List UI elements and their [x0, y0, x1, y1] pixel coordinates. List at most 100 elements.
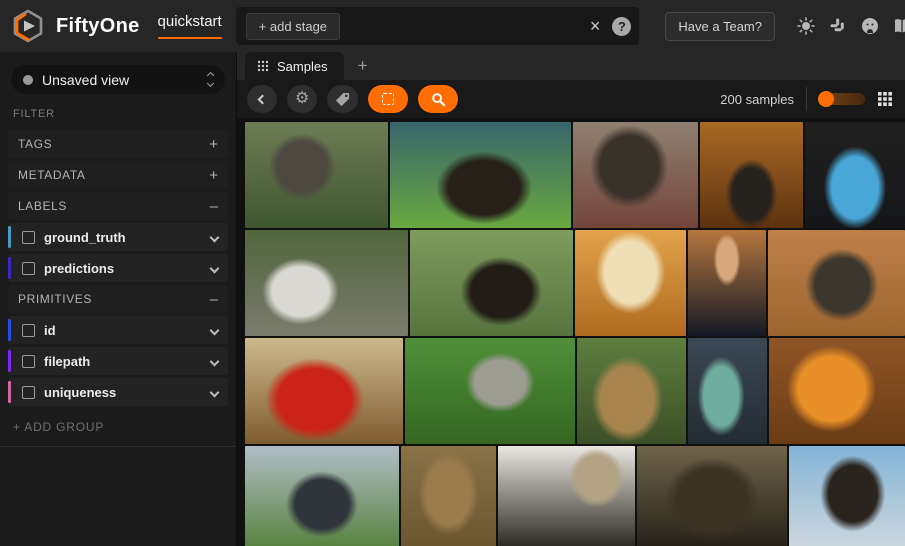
sidebar-field-filepath[interactable]: filepath: [8, 347, 228, 375]
display-options-button[interactable]: ⚙: [287, 85, 317, 113]
sample-image-margherita-pizza[interactable]: [769, 338, 905, 444]
sample-image-wild-turkey-forest[interactable]: [245, 122, 388, 228]
header-actions: Have a Team?: [665, 12, 905, 41]
view-stage-bar[interactable]: + add stage × ?: [236, 7, 640, 45]
toolbar-right: 200 samples: [720, 87, 895, 111]
sample-image-cowboy-on-horse[interactable]: [390, 122, 571, 228]
sample-image-blue-beach-cake[interactable]: [805, 122, 905, 228]
sample-image-cat-on-counter[interactable]: [498, 446, 635, 546]
field-label: ground_truth: [44, 230, 211, 245]
field-label: id: [44, 323, 211, 338]
dataset-name-tab[interactable]: quickstart: [158, 13, 222, 39]
expand-icon[interactable]: +: [209, 168, 218, 183]
fiftyone-logo-icon[interactable]: [10, 8, 46, 44]
sample-image-airplane-runway[interactable]: [245, 446, 399, 546]
collapse-sidebar-button[interactable]: [247, 85, 277, 113]
field-color-bar: [8, 226, 11, 248]
sample-image-bears-fighting[interactable]: [637, 446, 787, 546]
dataset-name[interactable]: quickstart: [158, 13, 222, 30]
field-color-bar: [8, 319, 11, 341]
main-panel: Samples + ⚙: [237, 52, 905, 546]
grid-row: [245, 122, 905, 228]
section-label: LABELS: [18, 199, 210, 213]
active-dataset-underline: [158, 37, 222, 39]
filter-section-label: FILTER: [13, 108, 236, 120]
grid-view-icon[interactable]: [877, 91, 893, 107]
field-color-bar: [8, 257, 11, 279]
collapse-icon[interactable]: –: [210, 292, 218, 307]
tag-samples-button[interactable]: [327, 85, 358, 113]
tab-samples[interactable]: Samples: [245, 52, 344, 80]
sample-image-cat-in-mirror[interactable]: [575, 230, 686, 336]
search-icon: [431, 92, 446, 107]
github-icon[interactable]: [861, 17, 879, 35]
sample-image-cat-on-rug[interactable]: [573, 122, 698, 228]
docs-book-icon[interactable]: [893, 17, 905, 35]
patches-button[interactable]: [368, 85, 408, 113]
sample-image-brown-bear-portrait[interactable]: [401, 446, 496, 546]
grid-row: [245, 230, 905, 336]
sample-image-dinner-table-beer[interactable]: [700, 122, 803, 228]
app-title: FiftyOne: [56, 15, 140, 38]
expand-icon[interactable]: +: [209, 137, 218, 152]
sidebar-section-tags[interactable]: TAGS+: [8, 130, 228, 158]
sidebar-section-primitives[interactable]: PRIMITIVES–: [8, 285, 228, 313]
slider-knob[interactable]: [818, 91, 834, 107]
field-checkbox[interactable]: [22, 262, 35, 275]
clear-view-icon[interactable]: ×: [590, 17, 601, 35]
view-dot-icon: [23, 75, 33, 85]
section-label: METADATA: [18, 168, 209, 182]
sample-image-black-cow[interactable]: [410, 230, 573, 336]
field-label: filepath: [44, 354, 211, 369]
chevron-left-icon: [257, 94, 267, 104]
sidebar-field-id[interactable]: id: [8, 316, 228, 344]
slack-icon[interactable]: [829, 17, 847, 35]
sample-image-spaniel-in-car[interactable]: [789, 446, 905, 546]
sample-image-green-teddy-kiss[interactable]: [688, 338, 767, 444]
field-checkbox[interactable]: [22, 386, 35, 399]
sidebar: Unsaved view FILTER TAGS+METADATA+LABELS…: [0, 52, 237, 546]
theme-sun-icon[interactable]: [797, 17, 815, 35]
sample-image-cat-in-bowl[interactable]: [768, 230, 905, 336]
field-checkbox[interactable]: [22, 231, 35, 244]
grid-toolbar: ⚙ 200 sampl: [237, 80, 905, 118]
chevron-down-icon[interactable]: [210, 325, 220, 335]
view-selector-label: Unsaved view: [42, 72, 208, 88]
top-bar: FiftyOne quickstart + add stage × ? Have…: [0, 0, 905, 52]
chevron-down-icon[interactable]: [210, 232, 220, 242]
chevron-down-icon[interactable]: [210, 263, 220, 273]
collapse-icon[interactable]: –: [210, 199, 218, 214]
grid-row: [245, 338, 905, 444]
sidebar-divider: [0, 446, 236, 447]
new-panel-button[interactable]: +: [344, 56, 382, 76]
sidebar-sections: TAGS+METADATA+LABELS–ground_truthpredict…: [0, 130, 236, 406]
tab-samples-label: Samples: [277, 59, 328, 74]
help-icon[interactable]: ?: [612, 17, 631, 36]
sample-image-brown-bear-face[interactable]: [577, 338, 686, 444]
sample-image-dogs-playing-grass[interactable]: [405, 338, 575, 444]
sample-image-commuter-train[interactable]: [245, 230, 408, 336]
grid-zoom-slider[interactable]: [819, 93, 865, 105]
sidebar-field-predictions[interactable]: predictions: [8, 254, 228, 282]
have-a-team-button[interactable]: Have a Team?: [665, 12, 775, 41]
gear-icon: ⚙: [295, 91, 309, 107]
sample-grid: [237, 118, 905, 546]
sidebar-section-labels[interactable]: LABELS–: [8, 192, 228, 220]
field-color-bar: [8, 381, 11, 403]
field-checkbox[interactable]: [22, 324, 35, 337]
add-stage-button[interactable]: + add stage: [246, 13, 340, 40]
chevron-down-icon[interactable]: [210, 356, 220, 366]
field-checkbox[interactable]: [22, 355, 35, 368]
sidebar-field-ground_truth[interactable]: ground_truth: [8, 223, 228, 251]
sample-image-man-in-suit[interactable]: [688, 230, 766, 336]
search-button[interactable]: [418, 85, 458, 113]
chevron-down-icon[interactable]: [210, 387, 220, 397]
sidebar-field-uniqueness[interactable]: uniqueness: [8, 378, 228, 406]
toolbar-divider: [806, 87, 807, 111]
patches-icon: [382, 93, 394, 105]
grid-row: [245, 446, 905, 546]
sidebar-section-metadata[interactable]: METADATA+: [8, 161, 228, 189]
sample-image-red-plate-meal[interactable]: [245, 338, 403, 444]
saved-view-selector[interactable]: Unsaved view: [11, 65, 225, 94]
add-group-button[interactable]: + ADD GROUP: [13, 420, 236, 434]
